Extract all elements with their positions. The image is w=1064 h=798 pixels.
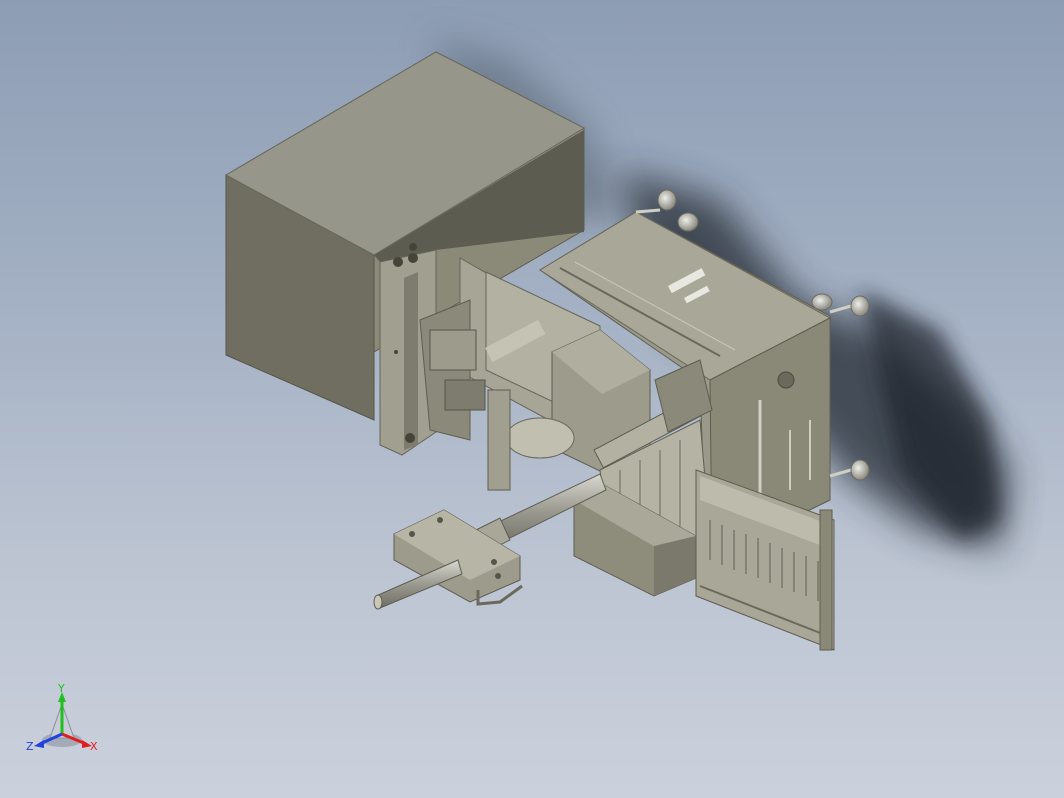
- bolt-hole-icon: [405, 433, 415, 443]
- bolt-hole-icon: [393, 257, 403, 267]
- bolt-hole-icon: [409, 243, 417, 251]
- knob-icon[interactable]: [811, 293, 833, 311]
- knob-icon[interactable]: [677, 212, 699, 232]
- y-axis-label: Y: [57, 684, 65, 695]
- knob-icon[interactable]: [657, 189, 677, 211]
- cad-model-scene[interactable]: [0, 0, 1064, 798]
- handle-assembly[interactable]: [373, 473, 607, 610]
- cad-3d-viewport[interactable]: Y X Z: [0, 0, 1064, 798]
- disc-icon: [505, 417, 575, 459]
- orientation-triad: Y X Z: [26, 684, 98, 753]
- z-axis-label: Z: [26, 740, 34, 753]
- knob-icon[interactable]: [850, 459, 870, 481]
- bolt-hole-icon: [408, 253, 418, 263]
- knob-icon[interactable]: [850, 295, 870, 317]
- x-axis-label: X: [90, 740, 98, 753]
